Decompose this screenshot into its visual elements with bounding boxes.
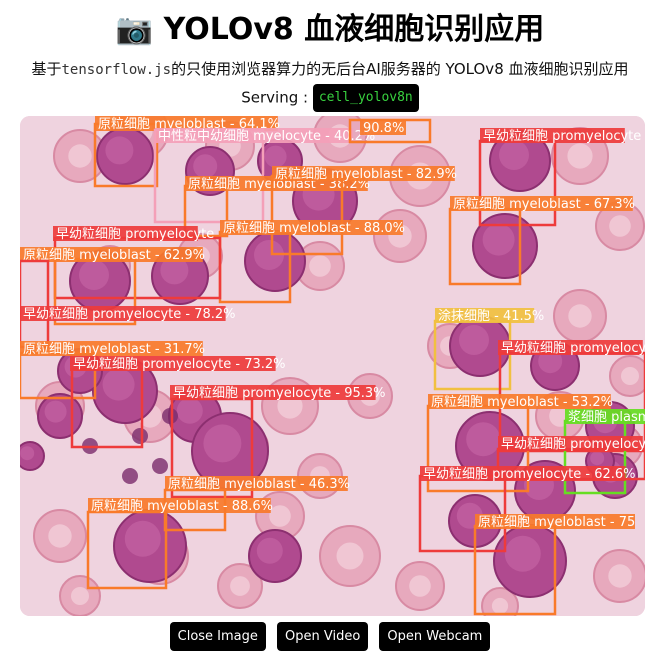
open-video-button[interactable]: Open Video — [277, 622, 369, 651]
nucleated-cell-highlight — [124, 520, 161, 557]
detection-label: 原粒细胞 myeloblast - 53.2% — [431, 395, 613, 410]
nucleated-cell-highlight — [79, 260, 109, 290]
nucleated-cell-highlight — [499, 140, 529, 170]
subtitle-library: tensorflow.js — [61, 62, 172, 78]
platelet — [152, 458, 168, 474]
subtitle-suffix: 的只使用浏览器算力的无后台AI服务器的 YOLOv8 血液细胞识别应用 — [171, 60, 629, 78]
detection-label: 早幼粒细胞 promyelocyte - 78.2% — [23, 307, 236, 322]
nucleated-cell-highlight — [590, 451, 605, 466]
nucleated-cell-highlight — [176, 397, 203, 424]
red-blood-cell-center — [309, 255, 331, 277]
detection-label: 原粒细胞 myeloblast - 31.7% — [23, 342, 205, 357]
red-blood-cell-center — [336, 542, 364, 570]
serving-line: Serving : cell_yolov8n — [0, 84, 660, 112]
subtitle-prefix: 基于 — [31, 60, 62, 78]
detection-label: 中性粒中幼细胞 myelocyte - 40.2% — [158, 129, 375, 144]
nucleated-cell-highlight — [504, 535, 541, 572]
nucleated-cell-highlight — [105, 136, 134, 165]
nucleated-cell-highlight — [44, 400, 67, 423]
red-blood-cell-center — [409, 575, 431, 597]
detection-label: 早幼粒细胞 promyelocyte — [501, 437, 645, 452]
red-blood-cell-center — [567, 143, 593, 169]
detection-label: 早幼粒细胞 promyelocyte — [501, 341, 645, 356]
nucleated-cell-highlight — [193, 154, 218, 179]
model-name-badge: cell_yolov8n — [312, 84, 419, 112]
page-title: 📷 YOLOv8 血液细胞识别应用 — [0, 0, 660, 51]
red-blood-cell-center — [491, 597, 509, 615]
detection-label: 原粒细胞 myeloblast - 46.3% — [168, 477, 350, 492]
camera-icon: 📷 — [115, 12, 154, 47]
platelet — [122, 468, 138, 484]
platelet — [162, 408, 178, 424]
app-page: 📷 YOLOv8 血液细胞识别应用 基于tensorflow.js的只使用浏览器… — [0, 0, 660, 662]
nucleated-cell-highlight — [459, 325, 489, 355]
detection-label: 90.8% — [363, 121, 404, 136]
detection-canvas: 原粒细胞 myeloblast - 64.1%中性粒中幼细胞 myelocyte… — [20, 116, 645, 616]
detection-label: 早幼粒细胞 promyelocyte - 62.6% — [423, 467, 636, 482]
open-webcam-button[interactable]: Open Webcam — [379, 622, 491, 651]
image-viewer: 原粒细胞 myeloblast - 64.1% 中性粒中幼细胞 myelocyte… — [20, 116, 645, 616]
detection-label: 早幼粒细胞 promyelocyte — [56, 227, 214, 242]
detection-label: 原粒细胞 myeloblast - 75 — [478, 515, 635, 530]
detection-label: 早幼粒细胞 promyelocyte - 73.2% — [73, 357, 286, 372]
header: 📷 YOLOv8 血液细胞识别应用 基于tensorflow.js的只使用浏览器… — [0, 0, 660, 112]
detection-label: 原粒细胞 myeloblast - 67.3% — [453, 197, 635, 212]
subtitle: 基于tensorflow.js的只使用浏览器算力的无后台AI服务器的 YOLOv… — [0, 59, 660, 80]
close-image-button[interactable]: Close Image — [169, 622, 266, 651]
title-text: YOLOv8 血液细胞识别应用 — [163, 12, 545, 47]
red-blood-cell-center — [71, 587, 89, 605]
detection-label: 涂抹细胞 - 41.5% — [438, 308, 544, 324]
nucleated-cell-highlight — [482, 223, 515, 256]
nucleated-cell-highlight — [466, 422, 501, 457]
detection-label: 原粒细胞 myeloblast - 88.0% — [223, 221, 405, 236]
nucleated-cell-highlight — [256, 537, 283, 564]
detection-label: 原粒细胞 myeloblast - 62.9% — [23, 248, 205, 263]
red-blood-cell-center — [609, 215, 631, 237]
detection-label: 浆细胞 plasma — [568, 410, 645, 425]
serving-label: Serving : — [241, 88, 309, 107]
detection-label: 原粒细胞 myeloblast - 88.6% — [91, 499, 273, 514]
nucleated-cell-highlight — [20, 446, 35, 461]
red-blood-cell-center — [230, 576, 250, 596]
detection-label: 早幼粒细胞 promyelocyte — [483, 129, 641, 144]
red-blood-cell-center — [48, 524, 72, 548]
controls-bar: Close Image Open Video Open Webcam — [0, 622, 660, 651]
detection-label: 早幼粒细胞 promyelocyte - 95.3% — [173, 386, 386, 401]
detection-label: 原粒细胞 myeloblast - 82.9% — [275, 167, 457, 182]
red-blood-cell-center — [621, 367, 639, 385]
nucleated-cell-highlight — [102, 368, 135, 401]
red-blood-cell-center — [68, 144, 92, 168]
nucleated-cell-highlight — [203, 424, 242, 463]
nucleated-cell-highlight — [264, 145, 287, 168]
platelet — [132, 428, 148, 444]
red-blood-cell-center — [608, 564, 632, 588]
red-blood-cell-center — [568, 304, 592, 328]
